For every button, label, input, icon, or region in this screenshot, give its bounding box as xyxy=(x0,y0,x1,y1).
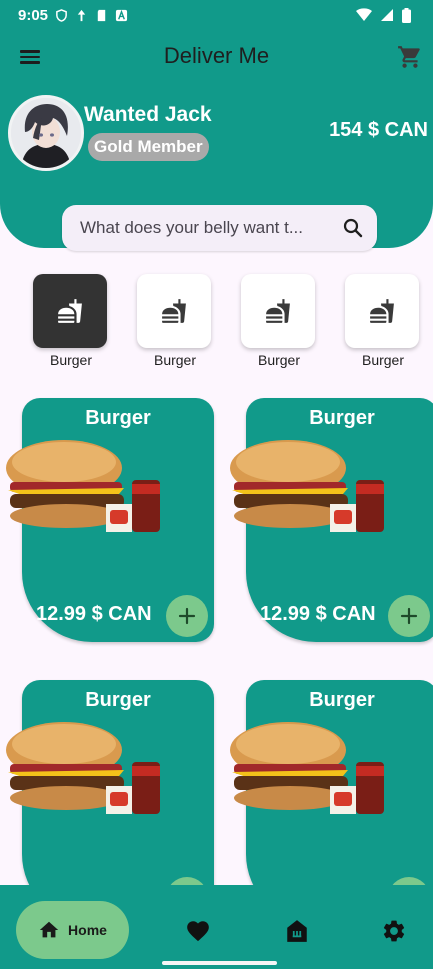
fastfood-icon xyxy=(58,299,82,323)
product-card[interactable]: Burger 12.99 $ CAN xyxy=(6,398,214,642)
category-burger-1[interactable]: Burger xyxy=(33,274,109,368)
cellular-signal-icon xyxy=(381,9,393,21)
burger-combo-image xyxy=(6,440,160,532)
profile-section: Wanted Jack Gold Member 154 $ CAN xyxy=(8,95,428,171)
category-burger-4[interactable]: Burger xyxy=(345,274,421,368)
cart-icon[interactable] xyxy=(397,44,423,70)
nav-home-label: Home xyxy=(68,922,107,938)
avatar[interactable] xyxy=(8,95,84,171)
add-to-cart-button[interactable] xyxy=(166,595,208,637)
shield-icon xyxy=(56,8,67,22)
category-label: Burger xyxy=(49,352,93,368)
burger-combo-image xyxy=(6,722,160,814)
home-icon xyxy=(39,921,59,938)
font-icon xyxy=(115,9,128,21)
wifi-icon xyxy=(356,8,372,21)
app-title: Deliver Me xyxy=(163,43,270,68)
category-label: Burger xyxy=(361,352,405,368)
storefront-icon[interactable] xyxy=(284,918,310,944)
product-title: Burger xyxy=(85,689,151,711)
burger-combo-image xyxy=(230,722,384,814)
search-icon[interactable] xyxy=(341,216,365,240)
product-title: Burger xyxy=(309,689,375,711)
bottom-navigation: Home xyxy=(0,885,433,969)
app-bar: Deliver Me xyxy=(0,38,433,74)
sd-card-icon xyxy=(97,9,106,21)
fastfood-icon xyxy=(266,299,290,323)
burger-combo-image xyxy=(230,440,384,532)
nav-home[interactable]: Home xyxy=(16,901,129,959)
product-title: Burger xyxy=(309,407,375,429)
product-title: Burger xyxy=(85,407,151,429)
product-price: 12.99 $ CAN xyxy=(260,603,376,625)
membership-badge: Gold Member xyxy=(88,133,209,161)
plus-icon xyxy=(178,607,196,625)
gesture-home-indicator[interactable] xyxy=(162,961,277,965)
status-bar: 9:05 xyxy=(0,0,433,30)
category-list: Burger Burger Burger Burger xyxy=(0,274,433,374)
heart-icon[interactable] xyxy=(185,918,211,944)
menu-button[interactable] xyxy=(20,47,42,65)
account-balance: 154 $ CAN xyxy=(329,119,428,141)
category-burger-2[interactable]: Burger xyxy=(137,274,213,368)
data-saver-icon xyxy=(77,9,86,21)
gear-icon[interactable] xyxy=(381,918,407,944)
category-label: Burger xyxy=(153,352,197,368)
fastfood-icon xyxy=(162,299,186,323)
user-name: Wanted Jack xyxy=(84,103,212,126)
battery-icon xyxy=(402,7,411,23)
category-label: Burger xyxy=(257,352,301,368)
plus-icon xyxy=(400,607,418,625)
search-bar xyxy=(62,205,377,251)
product-price: 12.99 $ CAN xyxy=(36,603,152,625)
fastfood-icon xyxy=(370,299,394,323)
category-burger-3[interactable]: Burger xyxy=(241,274,317,368)
add-to-cart-button[interactable] xyxy=(388,595,430,637)
avatar-illustration xyxy=(11,98,81,168)
app-screen: 9:05 Deliver Me Wanted Jack Gold Member … xyxy=(0,0,433,969)
product-card[interactable]: Burger 12.99 $ CAN xyxy=(230,398,433,642)
status-time: 9:05 xyxy=(18,6,49,24)
search-input[interactable] xyxy=(80,218,341,238)
